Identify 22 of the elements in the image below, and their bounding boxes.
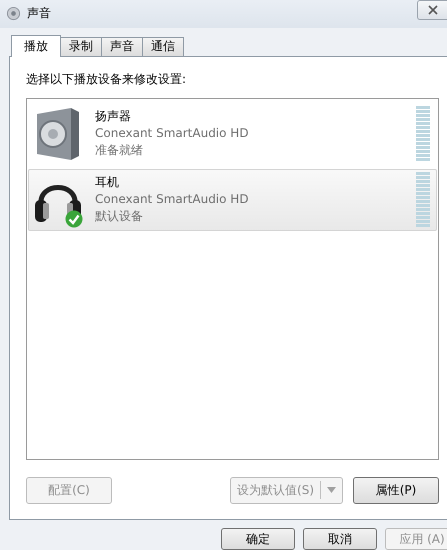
- device-item[interactable]: 扬声器 Conexant SmartAudio HD 准备就绪: [28, 102, 437, 165]
- level-meter: [416, 172, 430, 228]
- tab[interactable]: 声音: [101, 36, 143, 56]
- dialog-button[interactable]: 确定: [221, 528, 295, 550]
- panel-button[interactable]: 属性(P): [353, 476, 439, 504]
- device-driver: Conexant SmartAudio HD: [95, 125, 250, 142]
- caret-icon: [327, 487, 336, 494]
- tab[interactable]: 录制: [60, 36, 102, 56]
- instruction-text: 选择以下播放设备来修改设置:: [26, 70, 188, 88]
- dialog-button[interactable]: 取消: [303, 528, 377, 550]
- window-title: 声音: [27, 5, 52, 22]
- device-status: 准备就绪: [95, 142, 144, 160]
- device-driver: Conexant SmartAudio HD: [95, 191, 250, 208]
- device-item[interactable]: 耳机 Conexant SmartAudio HD 默认设备: [28, 168, 437, 231]
- device-name: 扬声器: [95, 108, 132, 126]
- close-button[interactable]: [417, 0, 447, 20]
- tab[interactable]: 播放: [11, 34, 61, 57]
- close-icon: [428, 4, 438, 15]
- device-status: 默认设备: [95, 208, 144, 226]
- level-meter: [416, 106, 430, 162]
- device-name: 耳机: [95, 174, 120, 192]
- tab[interactable]: 通信: [142, 36, 184, 56]
